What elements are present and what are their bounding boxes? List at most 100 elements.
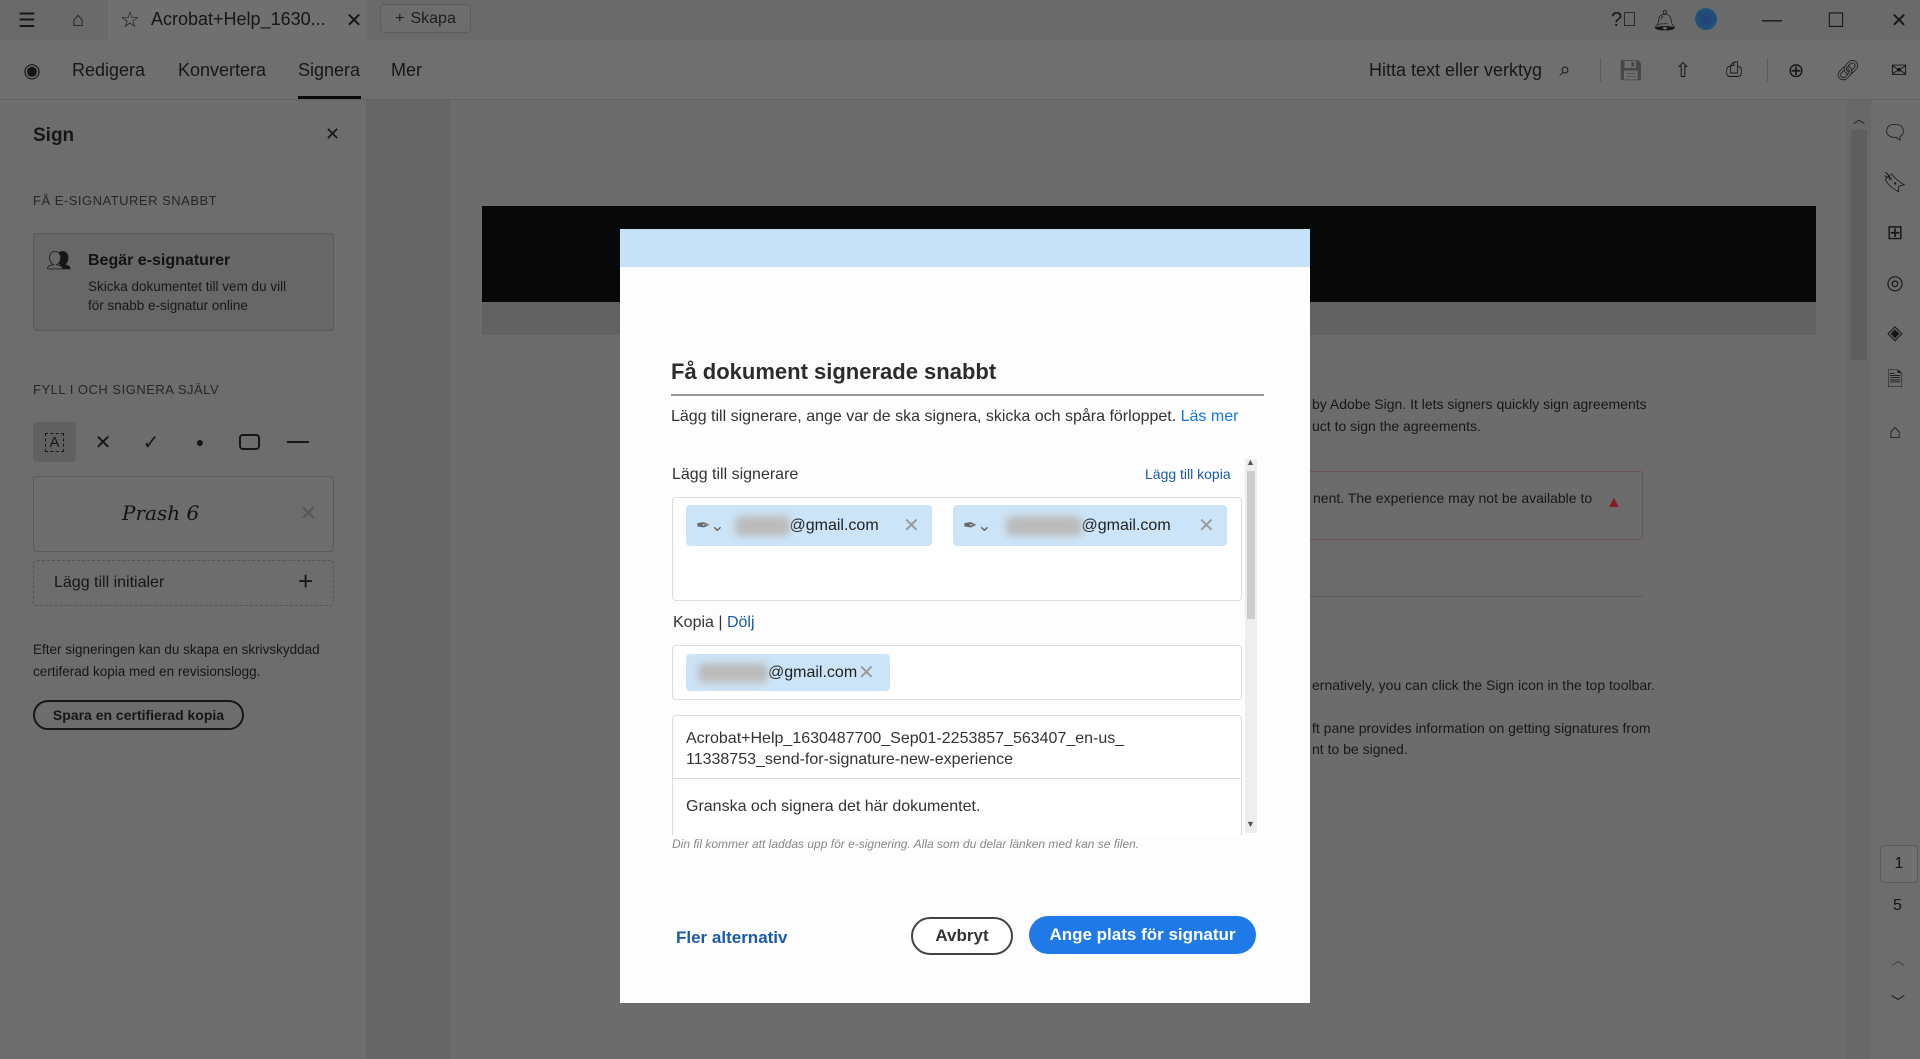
search-tools-label[interactable]: Hitta text eller verktyg: [1369, 60, 1542, 81]
saved-signature[interactable]: Prash 6 ✕: [33, 476, 334, 552]
signature-text: Prash 6: [122, 501, 200, 525]
menu-icon[interactable]: ☰: [13, 6, 41, 34]
plus-icon: +: [298, 566, 314, 596]
text-field-tool-icon[interactable]: A: [33, 422, 76, 462]
cross-mark-icon[interactable]: ✕: [89, 428, 117, 456]
print-icon[interactable]: ⎙: [1720, 56, 1748, 84]
send-for-signature-dialog: Få dokument signerade snabbt Lägg till s…: [620, 229, 1310, 1003]
search-icon[interactable]: ⌕: [1551, 56, 1579, 84]
hide-copy-link[interactable]: Dölj: [727, 614, 755, 631]
divider: [673, 778, 1241, 779]
mail-icon[interactable]: ✉: [1885, 56, 1913, 84]
right-rail: 🗨︎ 🔖︎ ⊞ ◎ ◈ 🗎 ⌂ 1 5 ︿ ﹀: [1871, 100, 1920, 1059]
document-name-input[interactable]: Acrobat+Help_1630487700_Sep01-2253857_56…: [686, 728, 1126, 770]
next-page-icon[interactable]: ﹀: [1891, 992, 1905, 1012]
bell-icon[interactable]: 🔔︎: [1651, 6, 1679, 34]
cancel-button[interactable]: Avbryt: [911, 917, 1013, 955]
upload-cloud-icon[interactable]: ⇧: [1669, 56, 1697, 84]
learn-more-link[interactable]: Läs mer: [1181, 408, 1239, 425]
delete-signature-icon[interactable]: ✕: [300, 501, 317, 526]
bookmark-icon[interactable]: 🔖︎: [1881, 168, 1909, 196]
close-window-icon[interactable]: ✕: [1885, 6, 1913, 34]
doc-text: uct to sign the agreements.: [1312, 418, 1481, 434]
document-tab[interactable]: ☆ Acrobat+Help_1630... ✕: [108, 0, 367, 40]
section-label: FÅ E-SIGNATURER SNABBT: [33, 193, 218, 208]
document-icon[interactable]: 🗎: [1881, 368, 1909, 396]
scrollbar-thumb[interactable]: [1247, 471, 1255, 619]
dialog-title: Få dokument signerade snabbt: [671, 359, 997, 384]
plus-icon: +: [395, 9, 405, 27]
rectangle-icon[interactable]: [239, 434, 260, 450]
message-input[interactable]: Granska och signera det här dokumentet.: [686, 798, 980, 816]
redacted-email: [698, 662, 768, 683]
checkmark-icon[interactable]: ✓: [137, 428, 165, 456]
request-esignatures-card[interactable]: 👥︎ Begär e-signaturer Skicka dokumentet …: [33, 233, 334, 331]
previous-page-icon[interactable]: ︿: [1891, 950, 1905, 970]
current-page-input[interactable]: 1: [1880, 845, 1918, 883]
thumbnails-icon[interactable]: ⊞: [1881, 218, 1909, 246]
divider: [1600, 58, 1601, 82]
title-bar: ☰ ⌂ ☆ Acrobat+Help_1630... ✕ + Skapa ?⃝ 🔔…: [0, 0, 1920, 40]
tab-signera[interactable]: Signera: [298, 60, 360, 81]
warning-icon: ▲: [1606, 494, 1622, 511]
signer-role-pen-icon[interactable]: ✒︎⌄: [963, 516, 992, 536]
close-tab-icon[interactable]: ✕: [340, 6, 368, 34]
remove-signer-icon[interactable]: ✕: [903, 513, 920, 538]
avatar[interactable]: [1695, 8, 1717, 30]
divider: [1300, 596, 1643, 597]
create-button[interactable]: + Skapa: [380, 4, 471, 33]
scroll-down-arrow-icon[interactable]: ▼: [1246, 819, 1255, 829]
more-options-link[interactable]: Fler alternativ: [676, 928, 788, 948]
specify-signature-location-button[interactable]: Ange plats för signatur: [1029, 916, 1256, 954]
scroll-up-arrow-icon[interactable]: ▲: [1246, 457, 1255, 467]
attachment-icon[interactable]: ⌂: [1881, 418, 1909, 446]
tab-redigera[interactable]: Redigera: [72, 60, 145, 81]
cc-chip[interactable]: @gmail.com ✕: [686, 654, 890, 691]
doc-text: ernatively, you can click the Sign icon …: [1312, 677, 1655, 693]
tab-konvertera[interactable]: Konvertera: [178, 60, 266, 81]
line-icon[interactable]: [287, 441, 309, 443]
vertical-scrollbar[interactable]: ︿: [1847, 100, 1871, 1059]
total-pages: 5: [1893, 897, 1902, 914]
maximize-icon[interactable]: ☐: [1822, 6, 1850, 34]
tab-mer[interactable]: Mer: [391, 60, 422, 81]
upload-note: Din fil kommer att laddas upp för e-sign…: [672, 837, 1140, 851]
layers-icon[interactable]: ◈: [1881, 318, 1909, 346]
home-icon[interactable]: ⌂: [64, 6, 92, 34]
scrollbar-thumb[interactable]: [1851, 130, 1867, 360]
comment-icon[interactable]: 🗨︎: [1881, 118, 1909, 146]
dot-icon[interactable]: ●: [186, 428, 214, 456]
save-icon[interactable]: 💾︎: [1617, 56, 1645, 84]
minimize-icon[interactable]: —: [1758, 6, 1786, 34]
scroll-up-icon[interactable]: ︿: [1853, 110, 1865, 127]
divider: [1767, 58, 1768, 82]
card-desc: för snabb e-signatur online: [88, 298, 248, 313]
cc-input[interactable]: @gmail.com ✕: [672, 645, 1242, 700]
dialog-scrollbar[interactable]: ▲ ▼: [1245, 457, 1257, 833]
add-initials-button[interactable]: Lägg till initialer +: [33, 560, 334, 606]
signer-chip[interactable]: ✒︎⌄ @gmail.com ✕: [686, 505, 932, 546]
people-sign-icon: 👥︎: [46, 250, 72, 272]
signers-input[interactable]: ✒︎⌄ @gmail.com ✕ ✒︎⌄ @gmail.com ✕: [672, 497, 1242, 601]
info-text: Efter signeringen kan du skapa en skrivs…: [33, 642, 320, 657]
link-icon[interactable]: 🔗︎: [1834, 56, 1862, 84]
help-icon[interactable]: ?⃝: [1610, 6, 1638, 34]
panel-title: Sign: [33, 125, 75, 146]
acrobat-tools-icon[interactable]: ◉: [18, 56, 46, 84]
redacted-email: [734, 515, 790, 536]
warning-box: nent. The experience may not be availabl…: [1300, 471, 1643, 540]
signer-role-pen-icon[interactable]: ✒︎⌄: [696, 516, 725, 536]
info-text: certiferad kopia med en revisionslogg.: [33, 664, 261, 679]
close-panel-icon[interactable]: ✕: [325, 124, 340, 145]
tab-title: Acrobat+Help_1630...: [151, 9, 326, 29]
signers-label: Lägg till signerare: [672, 466, 799, 483]
target-icon[interactable]: ◎: [1881, 268, 1909, 296]
star-icon[interactable]: ☆: [116, 6, 144, 34]
remove-cc-icon[interactable]: ✕: [858, 660, 875, 685]
share-user-icon[interactable]: ⊕: [1782, 56, 1810, 84]
save-certified-copy-button[interactable]: Spara en certifierad kopia: [33, 700, 244, 730]
active-tab-indicator: [298, 96, 361, 99]
signer-chip[interactable]: ✒︎⌄ @gmail.com ✕: [953, 505, 1227, 546]
remove-signer-icon[interactable]: ✕: [1198, 513, 1215, 538]
add-copy-link[interactable]: Lägg till kopia: [1145, 466, 1231, 482]
